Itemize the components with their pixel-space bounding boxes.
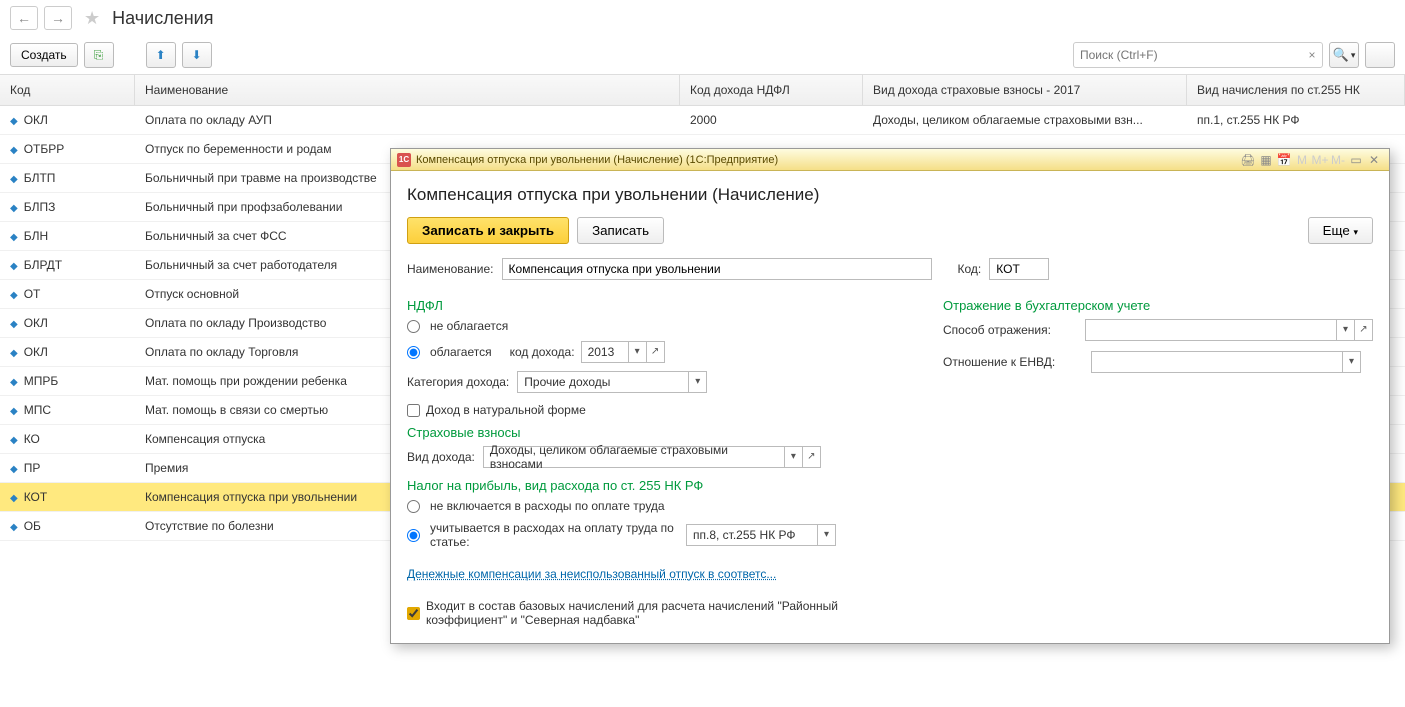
- base-accrual-label: Входит в состав базовых начислений для р…: [426, 599, 903, 627]
- print-icon[interactable]: 🖨: [1239, 153, 1257, 167]
- save-and-close-button[interactable]: Записать и закрыть: [407, 217, 569, 244]
- chevron-down-icon[interactable]: ▾: [784, 447, 802, 467]
- income-category-select[interactable]: Прочие доходы ▾: [517, 371, 707, 393]
- row-marker-icon: ◆: [10, 348, 18, 359]
- dialog-header: Компенсация отпуска при увольнении (Начи…: [407, 185, 1373, 205]
- copy-button[interactable]: ⎘: [84, 42, 114, 68]
- search-input-wrapper: ×: [1073, 42, 1323, 68]
- article-select[interactable]: пп.8, ст.255 НК РФ ▾: [686, 524, 836, 546]
- chevron-down-icon[interactable]: ▾: [1336, 320, 1354, 340]
- chevron-down-icon[interactable]: ▾: [628, 342, 646, 362]
- col-255[interactable]: Вид начисления по ст.255 НК: [1187, 75, 1405, 105]
- ndfl-not-taxed-label: не облагается: [430, 319, 508, 333]
- code-label: Код:: [958, 262, 982, 276]
- natural-form-label: Доход в натуральной форме: [426, 403, 586, 417]
- income-code-select[interactable]: 2013 ▾ ↗: [581, 341, 665, 363]
- row-marker-icon: ◆: [10, 522, 18, 533]
- table-row[interactable]: ◆ОКЛОплата по окладу АУП2000Доходы, цели…: [0, 106, 1405, 135]
- envd-relation-label: Отношение к ЕНВД:: [943, 355, 1083, 369]
- ndfl-taxed-radio[interactable]: [407, 346, 420, 359]
- income-code-label: код дохода:: [510, 345, 575, 359]
- row-marker-icon: ◆: [10, 464, 18, 475]
- insurance-section-title: Страховые взносы: [407, 425, 903, 440]
- move-down-button[interactable]: ⬇: [182, 42, 212, 68]
- name-input[interactable]: [502, 258, 932, 280]
- chevron-down-icon[interactable]: ▾: [1342, 352, 1360, 372]
- search-button[interactable]: 🔍▾: [1329, 42, 1359, 68]
- favorite-star-icon[interactable]: ★: [84, 8, 100, 29]
- m-plus-icon[interactable]: M+: [1311, 153, 1329, 167]
- row-marker-icon: ◆: [10, 406, 18, 417]
- included-radio[interactable]: [407, 529, 420, 542]
- app-logo-icon: 1C: [397, 153, 411, 167]
- extra-button[interactable]: [1365, 42, 1395, 68]
- row-marker-icon: ◆: [10, 261, 18, 272]
- base-accrual-checkbox[interactable]: [407, 607, 420, 620]
- m-icon[interactable]: M: [1293, 153, 1311, 167]
- calendar-icon[interactable]: 📅: [1275, 153, 1293, 167]
- col-ndfl[interactable]: Код дохода НДФЛ: [680, 75, 863, 105]
- income-category-label: Категория дохода:: [407, 375, 509, 389]
- reflection-method-label: Способ отражения:: [943, 323, 1077, 337]
- col-name[interactable]: Наименование: [135, 75, 680, 105]
- open-reference-icon[interactable]: ↗: [646, 342, 664, 362]
- row-marker-icon: ◆: [10, 319, 18, 330]
- row-marker-icon: ◆: [10, 203, 18, 214]
- accrual-edit-dialog: 1C Компенсация отпуска при увольнении (Н…: [390, 148, 1390, 644]
- ndfl-not-taxed-radio[interactable]: [407, 320, 420, 333]
- included-label: учитывается в расходах на оплату труда п…: [430, 521, 680, 549]
- income-type-select[interactable]: Доходы, целиком облагаемые страховыми вз…: [483, 446, 821, 468]
- more-button[interactable]: Еще ▾: [1308, 217, 1373, 244]
- nav-forward-button[interactable]: →: [44, 6, 72, 30]
- row-marker-icon: ◆: [10, 377, 18, 388]
- col-code[interactable]: Код: [0, 75, 135, 105]
- calc-icon[interactable]: ▦: [1257, 153, 1275, 167]
- m-minus-icon[interactable]: M-: [1329, 153, 1347, 167]
- open-reference-icon[interactable]: ↗: [1354, 320, 1372, 340]
- ndfl-section-title: НДФЛ: [407, 298, 903, 313]
- open-reference-icon[interactable]: ↗: [802, 447, 820, 467]
- search-clear-icon[interactable]: ×: [1302, 48, 1322, 62]
- page-title: Начисления: [112, 8, 213, 29]
- not-included-radio[interactable]: [407, 500, 420, 513]
- chevron-down-icon[interactable]: ▾: [817, 525, 835, 545]
- save-button[interactable]: Записать: [577, 217, 664, 244]
- minimize-icon[interactable]: ▭: [1347, 153, 1365, 167]
- ndfl-taxed-label: облагается: [430, 345, 492, 359]
- profit-section-title: Налог на прибыль, вид расхода по ст. 255…: [407, 478, 903, 493]
- close-icon[interactable]: ✕: [1365, 153, 1383, 167]
- income-type-label: Вид дохода:: [407, 450, 475, 464]
- chevron-down-icon[interactable]: ▾: [688, 372, 706, 392]
- not-included-label: не включается в расходы по оплате труда: [430, 499, 665, 513]
- search-input[interactable]: [1074, 48, 1302, 62]
- name-label: Наименование:: [407, 262, 494, 276]
- row-marker-icon: ◆: [10, 145, 18, 156]
- description-link[interactable]: Денежные компенсации за неиспользованный…: [407, 567, 776, 581]
- envd-relation-select[interactable]: ▾: [1091, 351, 1361, 373]
- natural-form-checkbox[interactable]: [407, 404, 420, 417]
- row-marker-icon: ◆: [10, 435, 18, 446]
- row-marker-icon: ◆: [10, 116, 18, 127]
- reflection-method-select[interactable]: ▾ ↗: [1085, 319, 1373, 341]
- row-marker-icon: ◆: [10, 174, 18, 185]
- create-button[interactable]: Создать: [10, 43, 78, 67]
- nav-back-button[interactable]: ←: [10, 6, 38, 30]
- row-marker-icon: ◆: [10, 232, 18, 243]
- accounting-section-title: Отражение в бухгалтерском учете: [943, 298, 1373, 313]
- row-marker-icon: ◆: [10, 493, 18, 504]
- dialog-window-title: Компенсация отпуска при увольнении (Начи…: [416, 154, 778, 166]
- col-insurance[interactable]: Вид дохода страховые взносы - 2017: [863, 75, 1187, 105]
- row-marker-icon: ◆: [10, 290, 18, 301]
- code-input[interactable]: [989, 258, 1049, 280]
- move-up-button[interactable]: ⬆: [146, 42, 176, 68]
